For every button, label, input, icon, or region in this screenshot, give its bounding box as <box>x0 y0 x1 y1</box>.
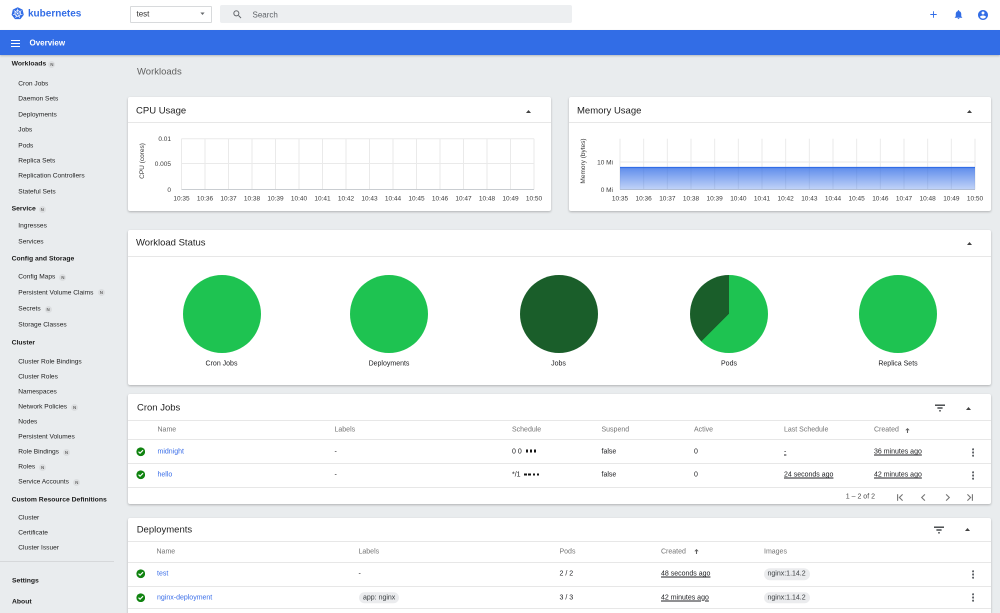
svg-text:10:44: 10:44 <box>825 195 842 202</box>
svg-text:10:35: 10:35 <box>173 195 190 202</box>
svg-text:0: 0 <box>167 186 171 193</box>
svg-text:10:43: 10:43 <box>801 195 818 202</box>
svg-text:10:45: 10:45 <box>849 195 866 202</box>
svg-text:0 Mi: 0 Mi <box>601 186 613 193</box>
svg-text:10:37: 10:37 <box>220 195 237 202</box>
svg-text:10:41: 10:41 <box>314 195 331 202</box>
svg-text:10:37: 10:37 <box>659 195 676 202</box>
svg-text:10:40: 10:40 <box>291 195 308 202</box>
svg-text:10:38: 10:38 <box>244 195 261 202</box>
svg-text:10:44: 10:44 <box>385 195 402 202</box>
svg-text:10:46: 10:46 <box>872 195 889 202</box>
svg-text:10:50: 10:50 <box>967 195 984 202</box>
svg-text:0.005: 0.005 <box>155 160 172 167</box>
svg-text:10:36: 10:36 <box>636 195 653 202</box>
svg-text:10:39: 10:39 <box>707 195 724 202</box>
svg-text:10:49: 10:49 <box>502 195 519 202</box>
svg-text:10:43: 10:43 <box>361 195 378 202</box>
svg-text:10:39: 10:39 <box>267 195 284 202</box>
svg-text:10:49: 10:49 <box>943 195 960 202</box>
svg-text:10:40: 10:40 <box>730 195 747 202</box>
svg-text:10:48: 10:48 <box>920 195 937 202</box>
svg-text:10:48: 10:48 <box>479 195 496 202</box>
svg-text:10:47: 10:47 <box>455 195 472 202</box>
svg-text:Memory (bytes): Memory (bytes) <box>580 138 587 183</box>
svg-text:10:46: 10:46 <box>432 195 449 202</box>
svg-text:0.01: 0.01 <box>158 136 171 143</box>
svg-text:10:35: 10:35 <box>612 195 629 202</box>
svg-text:CPU (cores): CPU (cores) <box>139 143 146 179</box>
svg-text:10:38: 10:38 <box>683 195 700 202</box>
svg-text:10:42: 10:42 <box>338 195 355 202</box>
svg-text:10:45: 10:45 <box>408 195 425 202</box>
svg-text:10:47: 10:47 <box>896 195 913 202</box>
svg-text:10:36: 10:36 <box>197 195 214 202</box>
svg-text:10:41: 10:41 <box>754 195 771 202</box>
svg-text:10 Mi: 10 Mi <box>597 159 613 166</box>
svg-text:10:50: 10:50 <box>526 195 543 202</box>
svg-text:10:42: 10:42 <box>778 195 795 202</box>
